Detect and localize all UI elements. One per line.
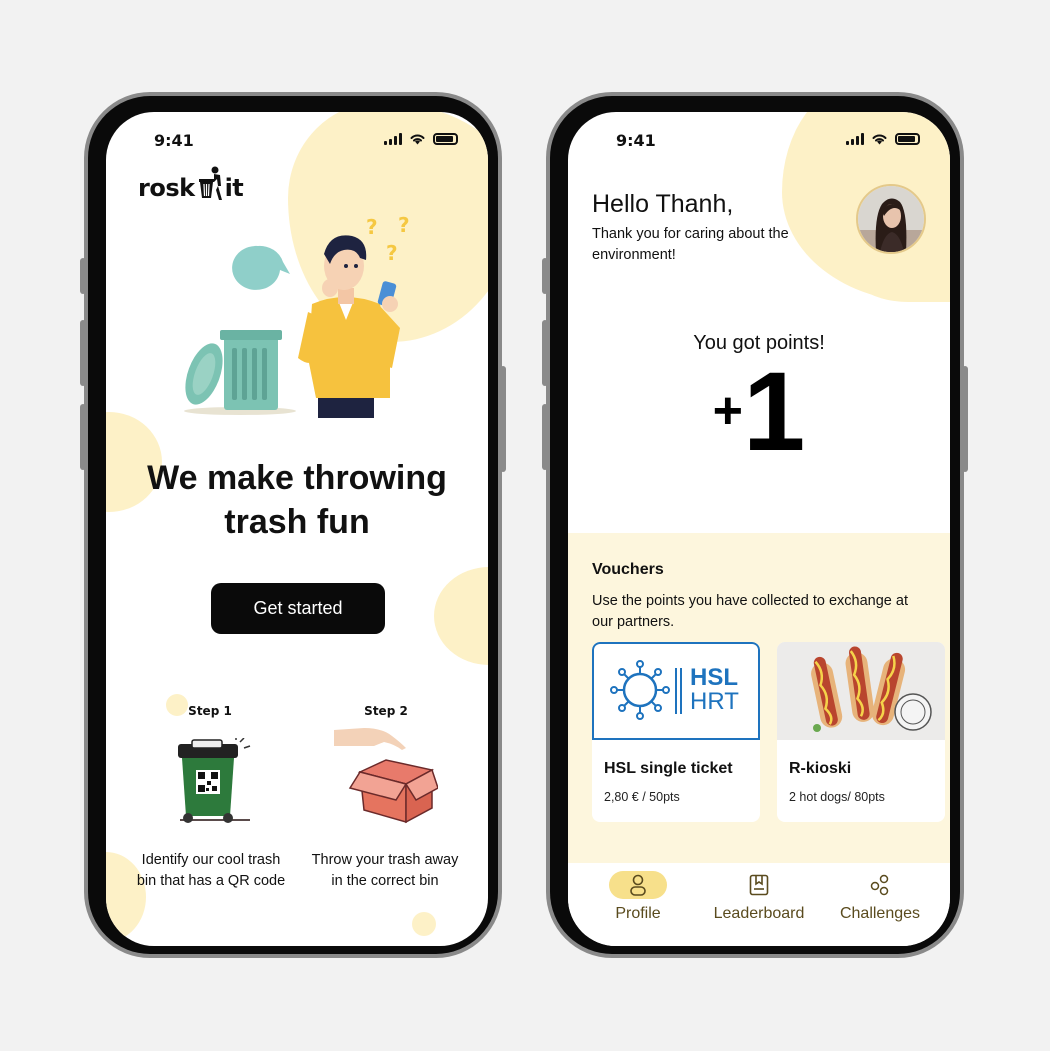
- vouchers-section: Vouchers Use the points you have collect…: [568, 533, 950, 863]
- nav-challenges-label: Challenges: [839, 905, 921, 922]
- vouchers-subtitle: Use the points you have collected to exc…: [592, 593, 908, 630]
- signal-icon: [384, 133, 402, 145]
- svg-text:?: ?: [366, 215, 378, 239]
- nav-profile-label: Profile: [615, 905, 661, 922]
- phone-onboarding: 9:41 rosk it ? ? ? We make throwing tras…: [80, 92, 506, 958]
- person-icon: [630, 874, 646, 896]
- wifi-icon: [872, 134, 887, 145]
- step-2-description: Throw your trash away in the correct bin: [311, 852, 459, 889]
- get-started-button[interactable]: Get started: [211, 583, 385, 634]
- step-1-description: Identify our cool trash bin that has a Q…: [136, 852, 286, 889]
- step-1-label: Step 1: [188, 704, 232, 718]
- hotdog-image: [777, 642, 945, 740]
- hsl-logo-top: HSL: [690, 664, 738, 691]
- home-screen: 9:41 Hello Thanh, Thank you for caring a…: [568, 112, 950, 946]
- bookmark-icon: [749, 874, 769, 896]
- step-2-label: Step 2: [364, 704, 408, 718]
- status-bar: 9:41: [568, 129, 950, 153]
- circles-icon: [870, 874, 889, 896]
- svg-text:?: ?: [386, 241, 398, 265]
- status-time: 9:41: [154, 131, 194, 150]
- nav-leaderboard[interactable]: Leaderboard: [699, 871, 819, 931]
- signal-icon: [846, 133, 864, 145]
- voucher-card-rkioski[interactable]: R-kioski 2 hot dogs/ 80pts: [777, 642, 945, 822]
- points-number: 1: [743, 349, 806, 474]
- trash-person-icon: [198, 166, 222, 200]
- voucher-price: 2,80 € / 50pts: [604, 790, 680, 804]
- headline: We make throwing trash fun: [147, 459, 447, 541]
- voucher-card-hsl[interactable]: HSL HRT HSL single ticket 2,80 € / 50pts: [592, 642, 760, 822]
- avatar[interactable]: [856, 184, 926, 254]
- points-value: +1: [568, 356, 950, 468]
- hsl-logo-bottom: HRT: [690, 688, 739, 715]
- status-bar: 9:41: [106, 129, 488, 153]
- battery-icon: [895, 133, 920, 145]
- nav-challenges[interactable]: Challenges: [820, 871, 940, 931]
- voucher-name: R-kioski: [789, 760, 852, 777]
- qr-trash-bin-icon: [178, 738, 251, 823]
- hero-illustration: ? ? ?: [184, 213, 410, 418]
- svg-text:?: ?: [398, 213, 410, 237]
- bottom-nav: Profile Leaderboard Challenges: [568, 863, 950, 946]
- battery-icon: [433, 133, 458, 145]
- box-hand-icon: [334, 728, 438, 824]
- status-time: 9:41: [616, 131, 656, 150]
- vouchers-title: Vouchers: [592, 561, 664, 578]
- greeting: Hello Thanh,: [592, 190, 734, 218]
- hsl-logo: HSL HRT: [592, 642, 760, 740]
- wifi-icon: [410, 134, 425, 145]
- nav-leaderboard-label: Leaderboard: [713, 905, 805, 922]
- app-logo: rosk it: [138, 166, 244, 202]
- voucher-name: HSL single ticket: [604, 760, 733, 777]
- greeting-subtitle: Thank you for caring about the environme…: [592, 226, 789, 263]
- onboarding-screen: 9:41 rosk it ? ? ? We make throwing tras…: [106, 112, 488, 946]
- nav-profile[interactable]: Profile: [578, 871, 698, 931]
- phone-home: 9:41 Hello Thanh, Thank you for caring a…: [542, 92, 968, 958]
- points-sign: +: [712, 382, 744, 440]
- voucher-price: 2 hot dogs/ 80pts: [789, 790, 885, 804]
